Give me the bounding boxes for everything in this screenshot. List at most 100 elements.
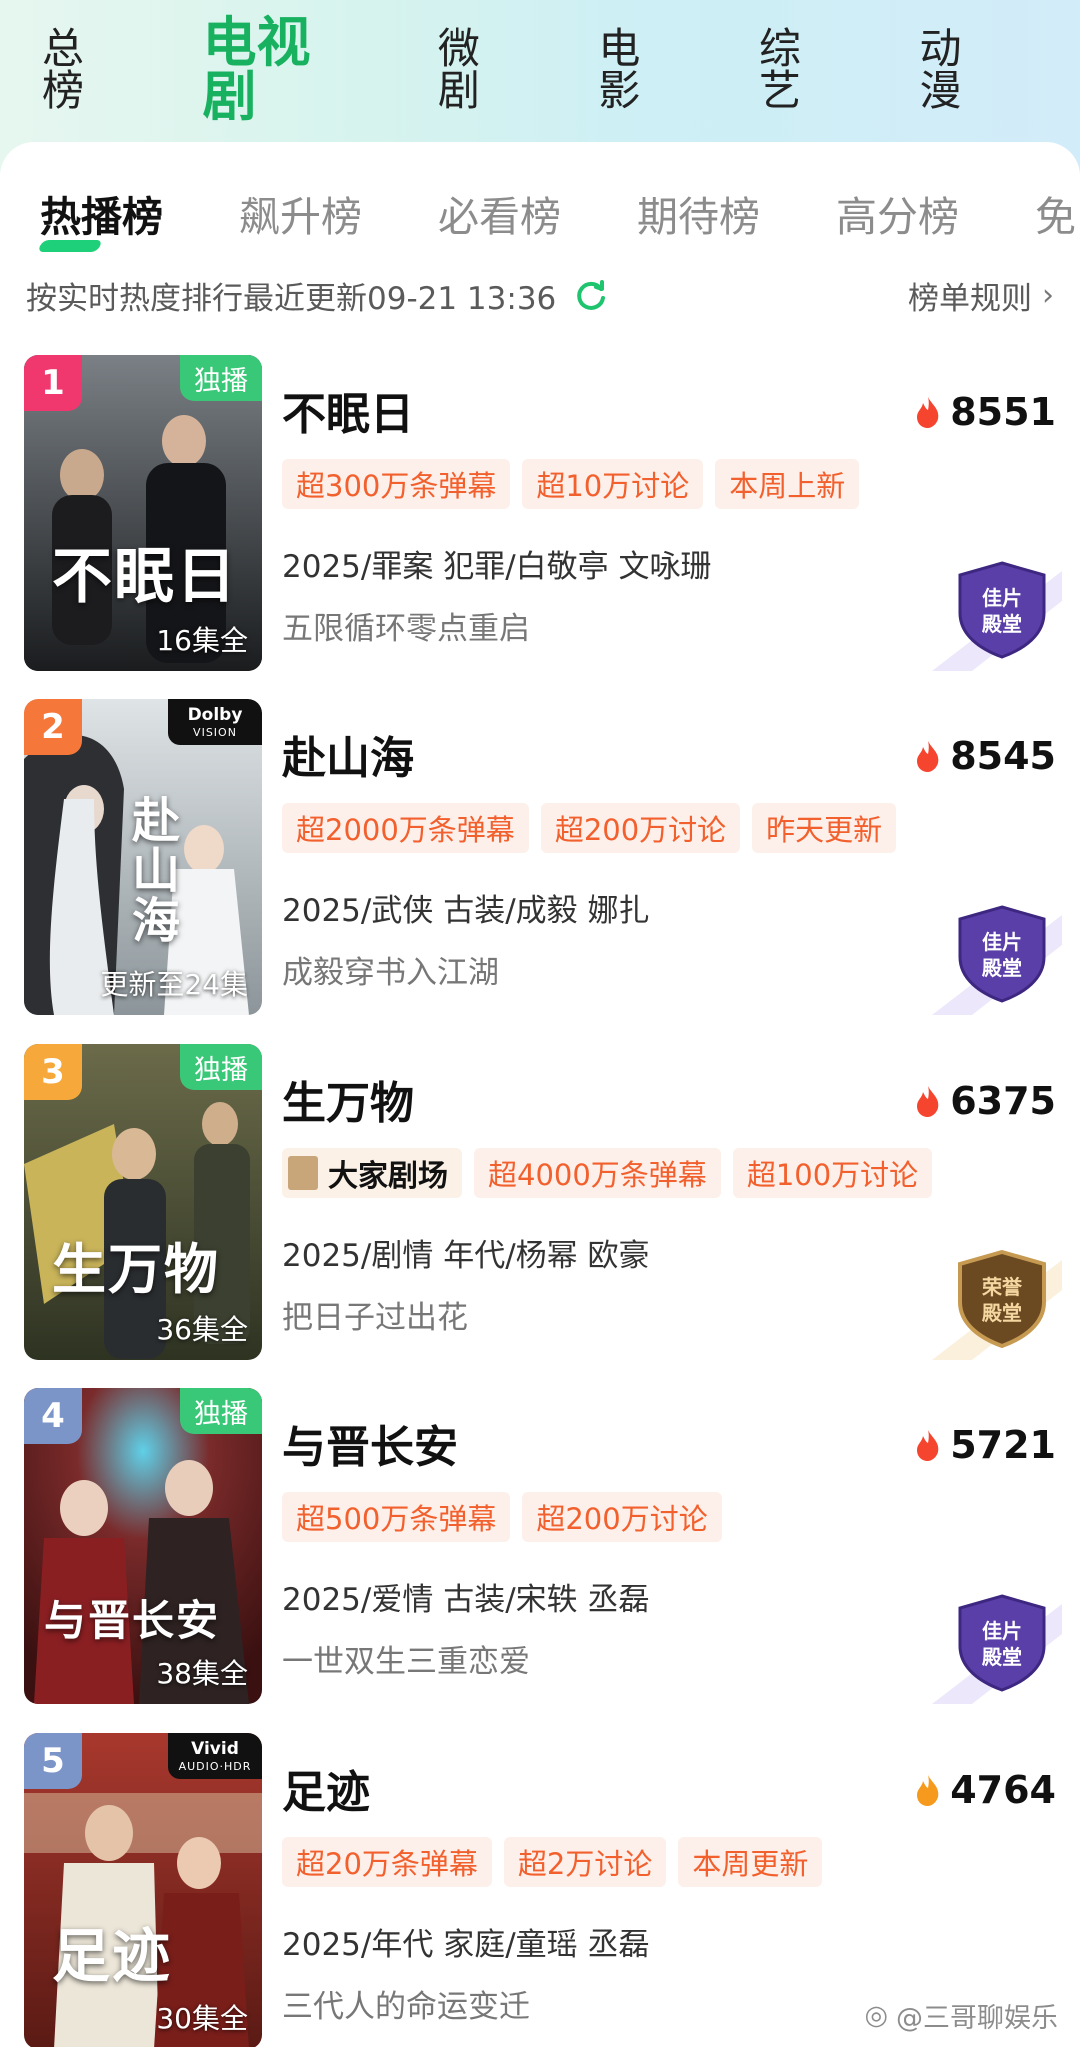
show-title[interactable]: 与晋长安 <box>282 1426 458 1470</box>
exclusive-badge: 独播 <box>180 1388 262 1434</box>
update-row: 按实时热度排行最近更新09-21 13:36 榜单规则 › <box>26 270 1054 320</box>
poster[interactable]: 2 Dolby VISION 赴山海 更新至24集 <box>24 699 262 1015</box>
heat-score: 8551 <box>914 393 1056 431</box>
show-meta: 2025/罪案 犯罪/白敬亭 文咏珊 <box>282 549 712 585</box>
dolby-label: Dolby <box>187 704 243 725</box>
show-title[interactable]: 生万物 <box>282 1082 414 1126</box>
vivid-badge: Vivid AUDIO·HDR <box>168 1733 262 1779</box>
dolby-sublabel: VISION <box>193 725 237 739</box>
refresh-icon[interactable] <box>574 278 608 312</box>
flame-icon <box>917 1775 939 1806</box>
hall-of-fame-badge: 佳片 殿堂 <box>932 905 1062 1015</box>
tag-list: 大家剧场 超4000万条弹幕 超100万讨论 <box>282 1148 944 1198</box>
show-meta: 2025/年代 家庭/童瑶 丞磊 <box>282 1927 650 1963</box>
heat-value: 8545 <box>950 734 1056 778</box>
poster-title: 足迹 <box>52 1922 173 1990</box>
tag-list: 超500万条弹幕 超200万讨论 <box>282 1492 734 1542</box>
show-slogan: 成毅穿书入江湖 <box>282 955 499 991</box>
exclusive-badge: 独播 <box>180 355 262 401</box>
tab-tv-series[interactable]: 电视剧 <box>203 16 358 124</box>
heat-score: 8545 <box>914 737 1056 775</box>
show-slogan: 三代人的命运变迁 <box>282 1989 530 2025</box>
tag: 超200万讨论 <box>540 803 741 853</box>
episode-count: 30集全 <box>156 2002 248 2035</box>
episode-count: 38集全 <box>156 1657 248 1690</box>
show-slogan: 五限循环零点重启 <box>282 611 530 647</box>
item-info: 与晋长安 5721 超500万条弹幕 超200万讨论 2025/爱情 古装/宋轶… <box>282 1388 1062 1704</box>
heat-score: 5721 <box>914 1426 1056 1464</box>
item-info: 生万物 6375 大家剧场 超4000万条弹幕 超100万讨论 2025/剧情 … <box>282 1044 1062 1360</box>
book-icon <box>288 1156 318 1190</box>
tag: 超100万讨论 <box>732 1148 933 1198</box>
poster[interactable]: 1 独播 不眠日 16集全 <box>24 355 262 671</box>
flame-icon <box>917 397 939 428</box>
dolby-vision-badge: Dolby VISION <box>168 699 262 745</box>
chevron-right-icon: › <box>1042 277 1054 313</box>
ranking-sub-tabs: 热播榜 飙升榜 必看榜 期待榜 高分榜 免 <box>37 182 1080 252</box>
flame-icon <box>917 741 939 772</box>
heat-value: 4764 <box>950 1768 1056 1812</box>
list-item[interactable]: 3 独播 生万物 36集全 生万物 6375 大家剧场 超4000万条弹幕 超1… <box>0 1044 1080 1360</box>
show-title[interactable]: 不眠日 <box>282 393 414 437</box>
heat-score: 4764 <box>914 1771 1056 1809</box>
rules-label: 榜单规则 <box>908 280 1032 317</box>
subtab-high-score[interactable]: 高分榜 <box>836 196 959 238</box>
heat-value: 5721 <box>950 1423 1056 1467</box>
show-title[interactable]: 赴山海 <box>282 737 414 781</box>
flame-icon <box>917 1430 939 1461</box>
theater-tag[interactable]: 大家剧场 <box>282 1148 462 1198</box>
hall-of-fame-badge: 佳片 殿堂 <box>932 1594 1062 1704</box>
tag: 超10万讨论 <box>522 459 704 509</box>
vivid-label: Vivid <box>191 1738 239 1759</box>
tag: 超2万讨论 <box>503 1837 667 1887</box>
update-text: 按实时热度排行最近更新09-21 13:36 <box>26 280 557 317</box>
hall-line-1: 佳片 <box>982 586 1022 610</box>
tag: 本周上新 <box>715 459 860 509</box>
subtab-hot[interactable]: 热播榜 <box>37 196 163 252</box>
list-item[interactable]: 4 独播 与晋长安 38集全 与晋长安 5721 超500万条弹幕 超200万讨… <box>0 1388 1080 1704</box>
flame-icon <box>917 1086 939 1117</box>
subtab-rising[interactable]: 飙升榜 <box>239 196 362 238</box>
watermark-text: @三哥聊娱乐 <box>896 2003 1058 2034</box>
theater-label: 大家剧场 <box>328 1159 448 1194</box>
tab-anime[interactable]: 动漫 <box>919 28 1000 112</box>
item-info: 赴山海 8545 超2000万条弹幕 超200万讨论 昨天更新 2025/武侠 … <box>282 699 1062 1015</box>
tag-list: 超20万条弹幕 超2万讨论 本周更新 <box>282 1837 834 1887</box>
tab-variety[interactable]: 综艺 <box>759 28 840 112</box>
subtab-anticipated[interactable]: 期待榜 <box>637 196 760 238</box>
tab-micro-drama[interactable]: 微剧 <box>438 28 519 112</box>
subtab-free[interactable]: 免 <box>1035 196 1076 238</box>
weibo-icon: ◎ <box>864 2000 888 2031</box>
tab-all[interactable]: 总榜 <box>42 28 123 112</box>
ranking-rules-link[interactable]: 榜单规则 › <box>908 273 1054 318</box>
poster[interactable]: 4 独播 与晋长安 38集全 <box>24 1388 262 1704</box>
tab-movie[interactable]: 电影 <box>598 28 679 112</box>
show-title[interactable]: 足迹 <box>282 1771 370 1815</box>
subtab-must-watch[interactable]: 必看榜 <box>438 196 561 238</box>
hall-line-2: 殿堂 <box>981 612 1022 636</box>
show-slogan: 一世双生三重恋爱 <box>282 1644 530 1680</box>
subtab-hot-label: 热播榜 <box>40 192 163 241</box>
ranking-card: 热播榜 飙升榜 必看榜 期待榜 高分榜 免 按实时热度排行最近更新09-21 1… <box>0 142 1080 2047</box>
honor-hall-badge: 荣誉 殿堂 <box>932 1250 1062 1360</box>
episode-count: 36集全 <box>156 1313 248 1346</box>
hall-line-2: 殿堂 <box>981 956 1022 980</box>
poster-title: 生万物 <box>52 1237 220 1301</box>
item-info: 不眠日 8551 超300万条弹幕 超10万讨论 本周上新 2025/罪案 犯罪… <box>282 355 1062 671</box>
tag: 超300万条弹幕 <box>282 459 511 509</box>
poster[interactable]: 5 Vivid AUDIO·HDR 足迹 30集全 <box>24 1733 262 2047</box>
list-item[interactable]: 1 独播 不眠日 16集全 不眠日 8551 超300万条弹幕 超10万讨论 本… <box>0 355 1080 671</box>
tag: 超500万条弹幕 <box>282 1492 511 1542</box>
vivid-sublabel: AUDIO·HDR <box>178 1759 252 1773</box>
tag: 超20万条弹幕 <box>282 1837 492 1887</box>
update-info: 按实时热度排行最近更新09-21 13:36 <box>26 273 608 318</box>
hall-line-2: 殿堂 <box>981 1301 1022 1325</box>
poster-title: 赴山海 <box>123 795 179 945</box>
hall-line-1: 佳片 <box>982 1619 1022 1643</box>
episode-count: 更新至24集 <box>100 968 248 1001</box>
list-item[interactable]: 2 Dolby VISION 赴山海 更新至24集 赴山海 8545 超2000… <box>0 699 1080 1015</box>
rank-badge: 1 <box>24 355 82 411</box>
tag: 超4000万条弹幕 <box>474 1148 721 1198</box>
poster[interactable]: 3 独播 生万物 36集全 <box>24 1044 262 1360</box>
show-slogan: 把日子过出花 <box>282 1300 468 1336</box>
